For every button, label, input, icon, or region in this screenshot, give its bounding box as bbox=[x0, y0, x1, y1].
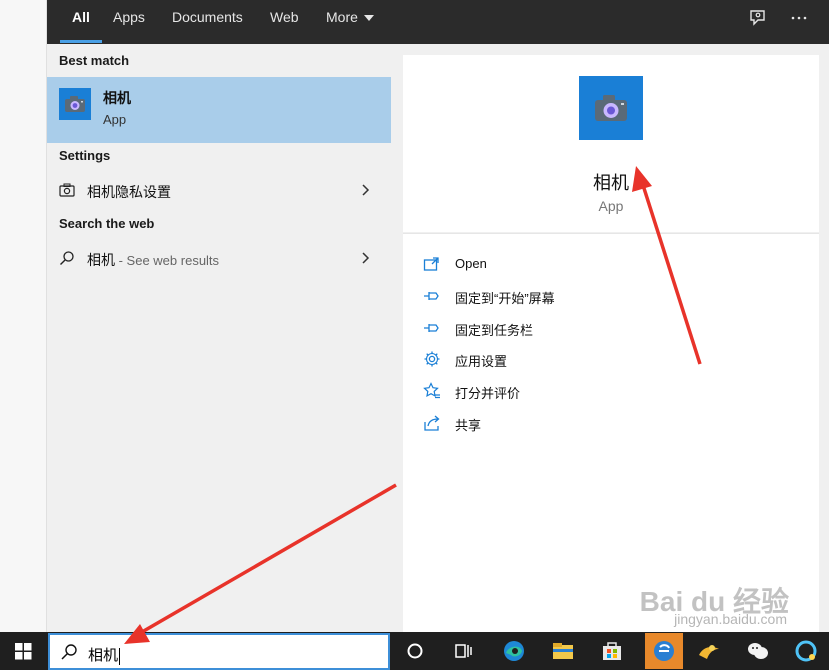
action-share-label: 共享 bbox=[455, 418, 482, 433]
search-query: 相机 bbox=[88, 647, 119, 664]
tab-apps[interactable]: Apps bbox=[113, 0, 145, 44]
action-app-settings-label: 应用设置 bbox=[455, 354, 508, 369]
action-pin-start-label: 固定到“开始”屏幕 bbox=[455, 291, 555, 306]
chevron-right-icon bbox=[359, 183, 373, 197]
gear-icon bbox=[423, 350, 441, 368]
best-match-heading: Best match bbox=[59, 53, 130, 68]
action-pin-taskbar[interactable]: 固定到任务栏 bbox=[423, 315, 803, 341]
mail-app-icon[interactable] bbox=[695, 637, 723, 665]
share-icon bbox=[423, 414, 441, 432]
settings-heading: Settings bbox=[59, 148, 111, 163]
cortana-icon[interactable] bbox=[401, 637, 429, 665]
web-search-hint: - See web results bbox=[115, 253, 220, 268]
tab-web[interactable]: Web bbox=[270, 0, 299, 44]
app-tray-icon[interactable] bbox=[792, 637, 820, 665]
camera-outline-icon bbox=[59, 182, 75, 198]
start-button[interactable] bbox=[0, 632, 47, 670]
camera-app-large-icon[interactable] bbox=[579, 76, 643, 140]
settings-item-label: 相机隐私设置 bbox=[87, 184, 171, 200]
tab-all[interactable]: All bbox=[60, 0, 102, 44]
results-list: Best match 相机 App Settings 相机隐私设置 Search… bbox=[47, 44, 391, 632]
tab-more[interactable]: More bbox=[326, 0, 374, 44]
taskbar: 相机 bbox=[0, 632, 829, 670]
action-pin-start[interactable]: 固定到“开始”屏幕 bbox=[423, 283, 803, 309]
search-icon bbox=[60, 643, 78, 661]
best-match-title: 相机 bbox=[103, 90, 131, 106]
action-open[interactable]: Open bbox=[423, 251, 803, 277]
taskbar-search-box[interactable]: 相机 bbox=[48, 633, 390, 670]
web-search-item[interactable]: 相机 - See web results bbox=[47, 243, 391, 273]
star-rate-icon bbox=[423, 382, 441, 400]
action-rate-review[interactable]: 打分并评价 bbox=[423, 378, 803, 404]
action-app-settings[interactable]: 应用设置 bbox=[423, 346, 803, 372]
edge-browser-icon[interactable] bbox=[500, 637, 528, 665]
settings-item-camera-privacy[interactable]: 相机隐私设置 bbox=[47, 175, 391, 205]
desktop-background bbox=[0, 0, 47, 632]
best-match-camera-app[interactable]: 相机 App bbox=[47, 77, 391, 143]
baidu-watermark-url: jingyan.baidu.com bbox=[674, 611, 787, 627]
tab-more-label: More bbox=[326, 9, 358, 25]
pin-icon bbox=[423, 287, 441, 305]
app-details-pane: 相机 App Open 固定到“开始”屏幕 固定到任务栏 应用设置 打分并评价 … bbox=[391, 44, 829, 632]
chevron-down-icon bbox=[363, 15, 374, 22]
search-web-heading: Search the web bbox=[59, 216, 155, 231]
pin-icon bbox=[423, 319, 441, 337]
action-share[interactable]: 共享 bbox=[423, 410, 803, 436]
app-name: 相机 bbox=[593, 173, 629, 193]
file-explorer-icon[interactable] bbox=[549, 637, 577, 665]
chevron-right-icon bbox=[359, 251, 373, 265]
web-search-query: 相机 bbox=[87, 252, 115, 268]
search-scope-tabs: All Apps Documents Web More bbox=[47, 0, 829, 44]
search-icon bbox=[59, 250, 75, 266]
task-view-icon[interactable] bbox=[449, 637, 477, 665]
wechat-icon[interactable] bbox=[744, 637, 772, 665]
camera-icon bbox=[59, 88, 91, 120]
app-type: App bbox=[598, 198, 624, 214]
tab-documents[interactable]: Documents bbox=[172, 0, 243, 44]
action-rate-review-label: 打分并评价 bbox=[455, 386, 521, 401]
text-cursor bbox=[119, 647, 121, 665]
ie-browser-icon[interactable] bbox=[645, 633, 683, 669]
app-preview-card: 相机 App bbox=[403, 55, 819, 232]
action-open-label: Open bbox=[455, 256, 487, 271]
store-icon[interactable] bbox=[598, 637, 626, 665]
best-match-subtitle: App bbox=[103, 112, 127, 127]
action-pin-taskbar-label: 固定到任务栏 bbox=[455, 323, 534, 338]
more-options-icon[interactable] bbox=[789, 8, 809, 28]
open-window-icon bbox=[423, 255, 441, 273]
feedback-icon[interactable] bbox=[748, 8, 768, 28]
app-actions-list: Open 固定到“开始”屏幕 固定到任务栏 应用设置 打分并评价 共享 bbox=[403, 233, 819, 632]
